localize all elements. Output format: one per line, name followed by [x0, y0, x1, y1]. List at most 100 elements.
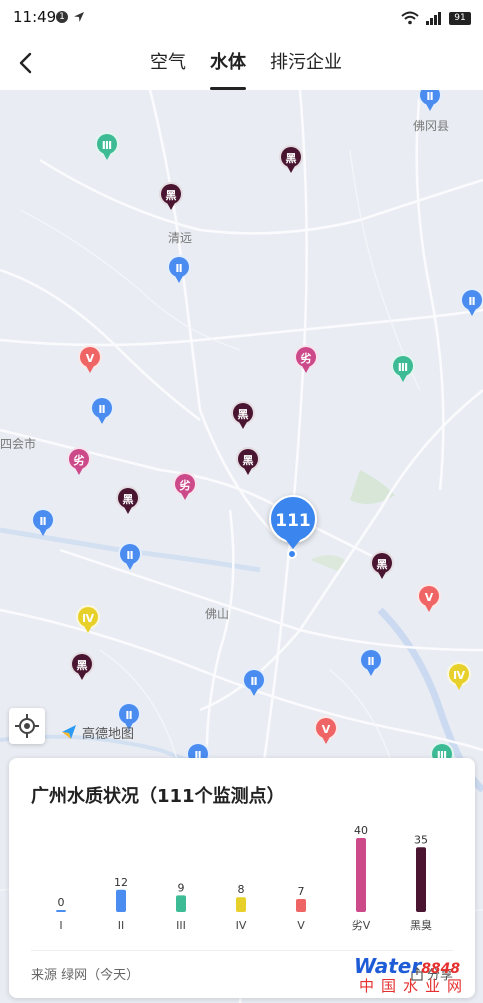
category-label: I — [59, 919, 62, 932]
pin-pointer — [174, 274, 184, 283]
water-quality-pin-V[interactable]: Ⅴ — [78, 345, 102, 375]
pin-pointer — [424, 603, 434, 612]
share-button[interactable]: 分享 — [410, 964, 453, 983]
water-quality-pin-IV[interactable]: Ⅳ — [76, 605, 100, 635]
category-label: 黑臭 — [410, 918, 432, 932]
pin-pointer — [74, 466, 84, 475]
bar-value-label: 9 — [178, 881, 185, 894]
water-quality-pin-II[interactable]: Ⅱ — [90, 396, 114, 426]
place-label: 清远 — [168, 231, 193, 245]
bar-value-label: 12 — [114, 876, 128, 889]
pin-pointer — [123, 505, 133, 514]
pin-pointer — [301, 364, 311, 373]
water-quality-pin-black[interactable]: 黑 — [70, 652, 94, 682]
card-divider — [31, 950, 453, 951]
bar-value-label: 40 — [354, 824, 368, 837]
current-location-dot — [287, 549, 297, 559]
place-label: 佛冈县 — [413, 119, 450, 133]
bar-0 — [56, 910, 66, 912]
water-quality-pin-II[interactable]: Ⅱ — [242, 668, 266, 698]
amap-label: 高德地图 — [82, 726, 135, 742]
category-label: V — [297, 919, 305, 932]
pin-pointer — [102, 151, 112, 160]
pin-pointer — [398, 373, 408, 382]
signal-icon — [426, 12, 441, 25]
water-quality-pin-II[interactable]: Ⅱ — [418, 90, 442, 113]
tab-air[interactable]: 空气 — [150, 36, 186, 90]
water-quality-pin-III[interactable]: Ⅲ — [391, 354, 415, 384]
wifi-icon — [401, 11, 419, 25]
water-quality-pin-black[interactable]: 黑 — [236, 447, 260, 477]
water-quality-pin-II[interactable]: Ⅱ — [359, 648, 383, 678]
bar-6 — [416, 847, 426, 912]
water-quality-pin-IV[interactable]: Ⅳ — [447, 662, 471, 692]
battery-icon: 91 — [449, 11, 471, 25]
pin-pointer — [83, 624, 93, 633]
water-quality-pin-II[interactable]: Ⅱ — [31, 508, 55, 538]
bar-1 — [116, 889, 126, 912]
pin-pointer — [97, 415, 107, 424]
water-quality-pin-inferior-V[interactable]: 劣 — [173, 472, 197, 502]
bar-5 — [356, 838, 366, 912]
status-bar: 11:49 1 91 — [0, 0, 483, 36]
tab-polluting-companies[interactable]: 排污企业 — [270, 36, 342, 90]
bar-4 — [296, 899, 306, 912]
category-label: 劣V — [352, 918, 371, 932]
pin-pointer — [166, 201, 176, 210]
pin-pointer — [454, 681, 464, 690]
water-quality-pin-II[interactable]: Ⅱ — [167, 255, 191, 285]
bar-value-label: 7 — [298, 885, 305, 898]
monitoring-cluster-marker[interactable]: 111 — [269, 495, 317, 543]
notification-badge: 1 — [56, 11, 68, 23]
water-quality-pin-V[interactable]: Ⅴ — [314, 716, 338, 746]
pin-pointer — [321, 735, 331, 744]
place-label: 四会市 — [0, 437, 37, 451]
pin-pointer — [85, 364, 95, 373]
tab-bar: 空气 水体 排污企业 — [150, 36, 342, 90]
water-quality-pin-black[interactable]: 黑 — [116, 486, 140, 516]
pin-pointer — [180, 491, 190, 500]
water-quality-pin-III[interactable]: Ⅲ — [95, 132, 119, 162]
share-label: 分享 — [426, 968, 453, 983]
pin-pointer — [125, 561, 135, 570]
water-quality-pin-II[interactable]: Ⅱ — [460, 288, 483, 318]
pin-pointer — [467, 307, 477, 316]
card-title: 广州水质状况（111个监测点） — [31, 786, 285, 807]
category-label: III — [176, 919, 186, 932]
water-quality-pin-inferior-V[interactable]: 劣 — [67, 447, 91, 477]
water-quality-pin-black[interactable]: 黑 — [279, 145, 303, 175]
data-source: 来源 绿网（今天） — [31, 968, 140, 983]
pin-pointer — [249, 687, 259, 696]
amap-logo: 高德地图 — [60, 722, 134, 742]
water-quality-pin-V[interactable]: Ⅴ — [417, 584, 441, 614]
water-quality-bar-chart: 0 I 12 II 9 III 8 IV 7 V 40 劣V 35 黑臭 — [56, 824, 432, 932]
bar-2 — [176, 895, 186, 912]
pin-pointer — [425, 102, 435, 111]
location-arrow-icon — [74, 12, 84, 22]
tab-water[interactable]: 水体 — [210, 36, 246, 90]
cluster-pointer — [285, 539, 301, 549]
pin-pointer — [243, 466, 253, 475]
status-right: 91 — [401, 9, 471, 27]
pin-pointer — [286, 164, 296, 173]
back-icon[interactable] — [12, 48, 42, 78]
pin-pointer — [366, 667, 376, 676]
category-label: II — [118, 919, 125, 932]
status-time: 11:49 — [13, 8, 57, 26]
bar-value-label: 0 — [58, 896, 65, 909]
bar-value-label: 35 — [414, 833, 428, 846]
water-quality-pin-black[interactable]: 黑 — [370, 551, 394, 581]
water-quality-pin-black[interactable]: 黑 — [231, 401, 255, 431]
water-quality-pin-black[interactable]: 黑 — [159, 182, 183, 212]
share-icon — [411, 966, 423, 981]
category-label: IV — [236, 919, 247, 932]
water-quality-pin-II[interactable]: Ⅱ — [118, 542, 142, 572]
place-label: 佛山 — [205, 607, 230, 621]
bar-value-label: 8 — [238, 883, 245, 896]
pin-pointer — [238, 420, 248, 429]
amap-icon — [62, 725, 76, 739]
locate-icon[interactable] — [9, 708, 45, 744]
water-quality-card: 广州水质状况（111个监测点） 0 I 12 II 9 III 8 IV 7 V 40 劣V 35 黑臭 … — [9, 758, 475, 998]
pin-pointer — [377, 570, 387, 579]
water-quality-pin-inferior-V[interactable]: 劣 — [294, 345, 318, 375]
